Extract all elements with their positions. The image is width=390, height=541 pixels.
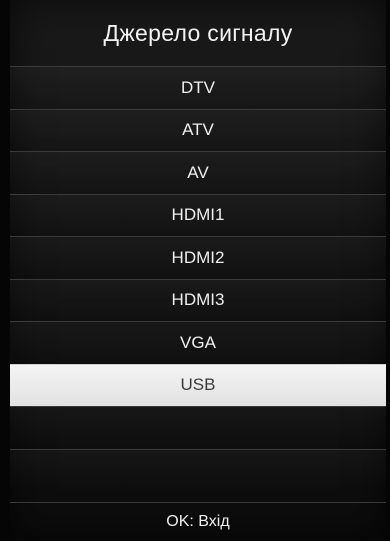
source-item-hdmi2[interactable]: HDMI2	[10, 236, 386, 279]
source-item-hdmi1[interactable]: HDMI1	[10, 193, 386, 236]
source-item-hdmi3[interactable]: HDMI3	[10, 278, 386, 321]
source-item-label: HDMI2	[171, 247, 225, 267]
source-item-label: USB	[180, 375, 216, 395]
source-item-usb[interactable]: USB	[10, 363, 386, 406]
source-list: DTV ATV AV HDMI1 HDMI2 HDMI3 VGA USB	[10, 66, 386, 491]
source-item-dtv[interactable]: DTV	[10, 66, 386, 109]
source-item-label: ATV	[182, 120, 214, 140]
empty-row	[10, 406, 386, 449]
source-menu-panel: Джерело сигналу DTV ATV AV HDMI1 HDMI2 H…	[10, 0, 386, 540]
source-item-vga[interactable]: VGA	[10, 321, 386, 364]
ok-hint: OK: Вхід	[10, 502, 386, 541]
menu-title: Джерело сигналу	[103, 19, 293, 46]
source-item-label: AV	[187, 162, 209, 182]
source-item-label: DTV	[181, 77, 215, 97]
source-item-label: VGA	[180, 332, 216, 352]
source-item-label: HDMI1	[171, 205, 225, 225]
source-item-label: HDMI3	[171, 290, 225, 310]
source-item-av[interactable]: AV	[10, 151, 386, 194]
source-item-atv[interactable]: ATV	[10, 108, 386, 151]
empty-row	[10, 448, 386, 491]
